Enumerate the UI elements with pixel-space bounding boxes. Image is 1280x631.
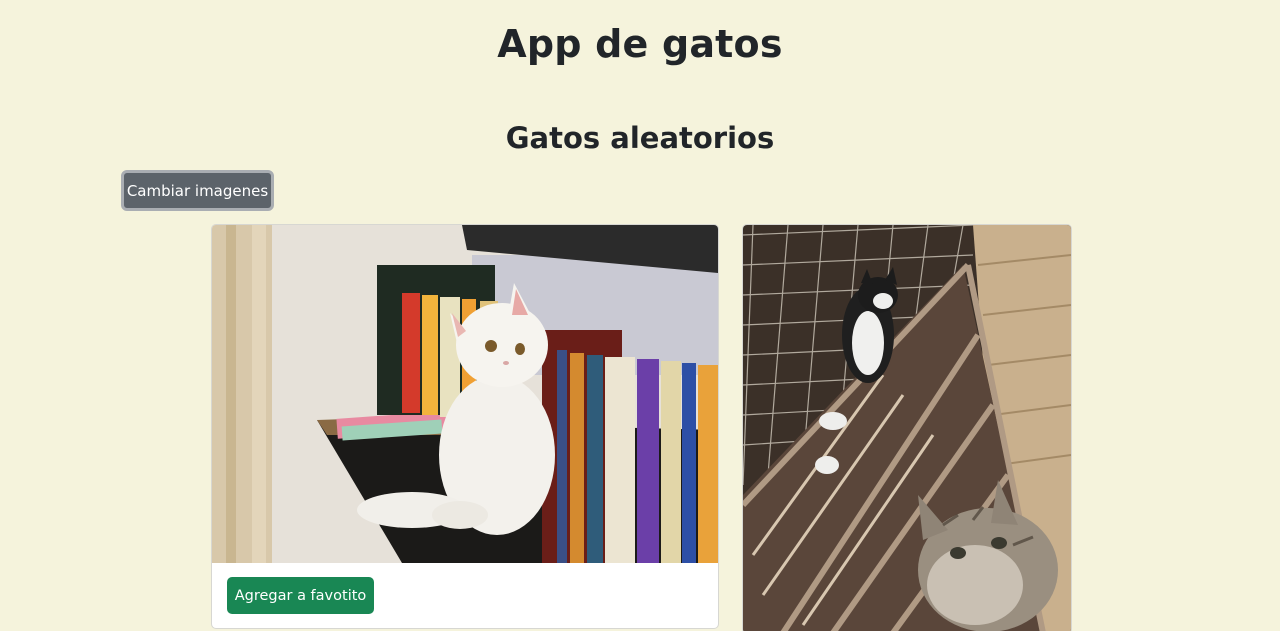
change-images-button[interactable]: Cambiar imagenes — [121, 170, 274, 211]
cat-card — [742, 224, 1072, 631]
cat-image — [743, 225, 1071, 631]
section-title: Gatos aleatorios — [505, 121, 775, 155]
page: App de gatos Gatos aleatorios Cambiar im… — [0, 0, 1280, 631]
app-title: App de gatos — [497, 22, 783, 66]
cat-image — [212, 225, 718, 563]
cat-card: Agregar a favotito — [211, 224, 719, 629]
add-favorite-button[interactable]: Agregar a favotito — [227, 577, 374, 614]
